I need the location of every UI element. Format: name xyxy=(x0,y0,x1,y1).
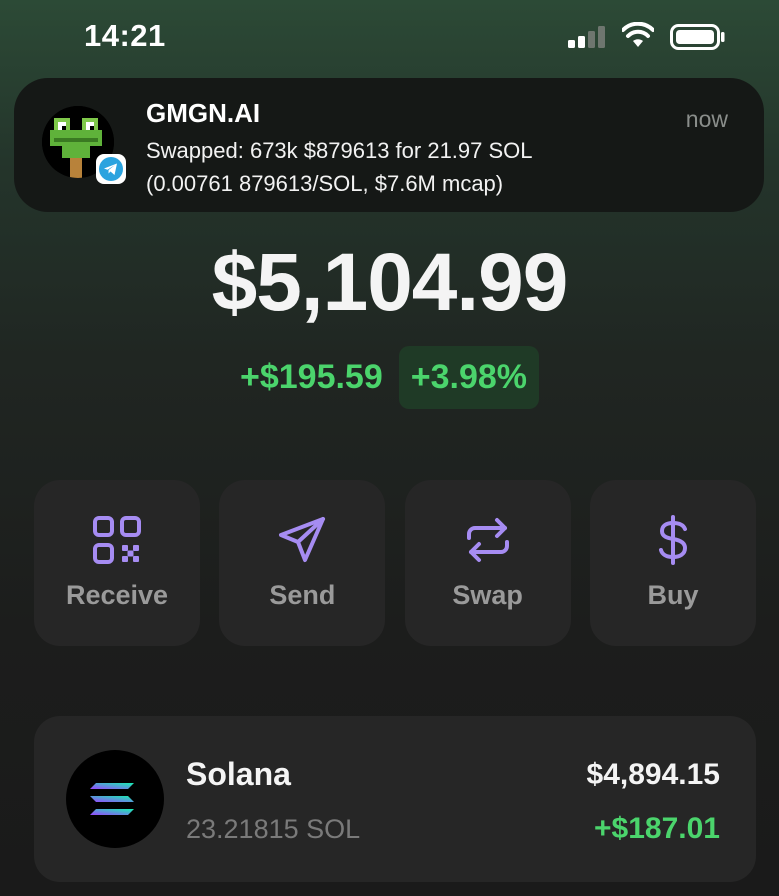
telegram-icon xyxy=(96,154,126,184)
receive-button[interactable]: Receive xyxy=(34,480,200,646)
portfolio-balance: $5,104.99 xyxy=(211,237,569,328)
status-bar: 14:21 xyxy=(0,0,779,72)
asset-row-solana[interactable]: Solana 23.21815 SOL $4,894.15 +$187.01 xyxy=(34,716,756,882)
battery-icon xyxy=(670,24,725,50)
send-button[interactable]: Send xyxy=(219,480,386,646)
send-icon xyxy=(279,517,326,562)
portfolio-change-percent: +3.98% xyxy=(398,346,540,409)
asset-value: $4,894.15 xyxy=(586,758,720,791)
receive-label: Receive xyxy=(65,580,169,610)
asset-name: Solana xyxy=(186,756,291,792)
buy-button[interactable]: Buy xyxy=(589,480,756,646)
cellular-signal-icon xyxy=(568,26,605,48)
asset-change: +$187.01 xyxy=(594,812,720,845)
action-buttons: Receive Send Swap Buy xyxy=(34,480,756,646)
buy-label: Buy xyxy=(647,580,699,610)
notification-message-line2: (0.00761 879613/SOL, $7.6M mcap) xyxy=(146,171,504,196)
asset-amount: 23.21815 SOL xyxy=(186,814,361,844)
portfolio-change-amount: +$195.59 xyxy=(239,358,383,396)
portfolio-change-row: +$195.59 +3.98% xyxy=(0,346,779,409)
wifi-icon xyxy=(622,22,654,47)
swap-icon xyxy=(466,518,509,562)
status-time: 14:21 xyxy=(84,18,166,53)
send-label: Send xyxy=(269,580,336,610)
swap-label: Swap xyxy=(452,580,523,610)
notification-message-line1: Swapped: 673k $879613 for 21.97 SOL xyxy=(146,138,533,163)
notification-banner[interactable]: GMGN.AI now Swapped: 673k $879613 for 21… xyxy=(14,78,764,212)
swap-button[interactable]: Swap xyxy=(404,480,571,646)
dollar-icon xyxy=(658,515,687,565)
notification-app-name: GMGN.AI xyxy=(146,98,261,128)
notification-time: now xyxy=(685,106,728,132)
solana-logo-icon xyxy=(66,750,164,848)
qr-code-icon xyxy=(93,516,141,564)
